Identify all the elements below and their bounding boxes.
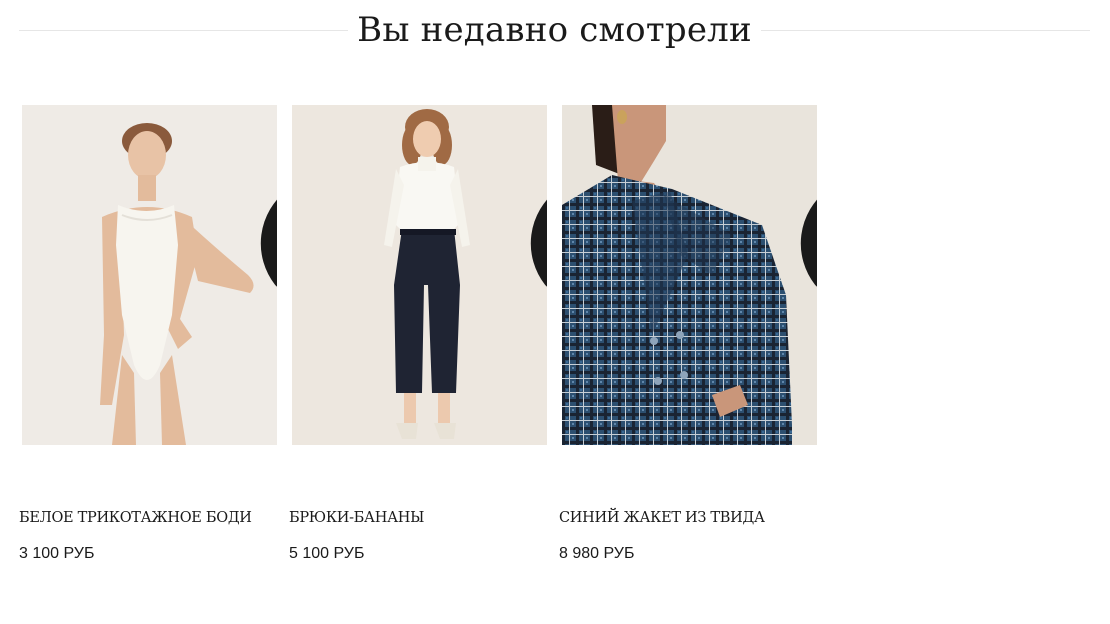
heart-outline-icon: [800, 199, 817, 287]
product-price: 8 980 РУБ: [559, 545, 635, 562]
heart-outline-icon: [260, 199, 277, 287]
product-price: 5 100 РУБ: [289, 545, 365, 562]
product-price: 3 100 РУБ: [19, 545, 95, 562]
header-divider-left: [19, 30, 348, 31]
recently-viewed-header: Вы недавно смотрели: [19, 0, 1090, 62]
add-to-favorites-button[interactable]: [517, 107, 547, 287]
product-image[interactable]: [22, 105, 277, 445]
add-to-favorites-button[interactable]: [247, 107, 277, 287]
add-to-favorites-button[interactable]: [787, 107, 817, 287]
product-photo-bodysuit: [22, 105, 277, 445]
product-name[interactable]: Белое трикотажное боди: [19, 508, 252, 528]
section-title: Вы недавно смотрели: [357, 10, 752, 50]
product-name[interactable]: Синий жакет из твида: [559, 508, 765, 528]
product-photo-trousers: [292, 105, 547, 445]
product-photo-tweed-jacket: [562, 105, 817, 445]
product-name[interactable]: Брюки-бананы: [289, 508, 424, 528]
header-divider-right: [761, 30, 1090, 31]
product-image[interactable]: [562, 105, 817, 445]
heart-outline-icon: [530, 199, 547, 287]
product-image[interactable]: [292, 105, 547, 445]
